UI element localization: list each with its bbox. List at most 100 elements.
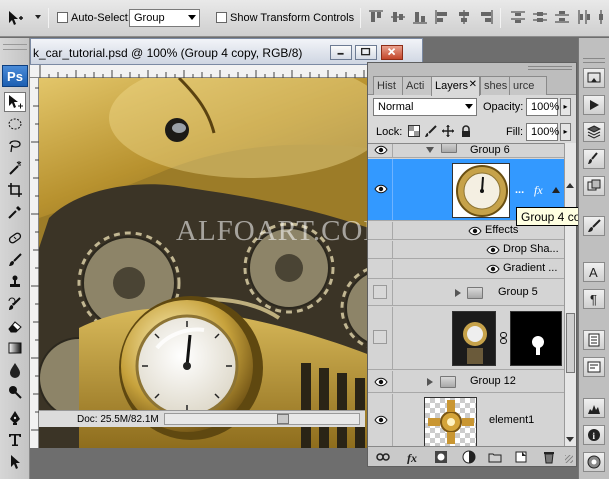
align-left-edges-icon[interactable] bbox=[434, 9, 450, 25]
tab-brushes[interactable]: shes bbox=[480, 76, 510, 95]
eye-icon[interactable] bbox=[468, 226, 482, 236]
navigator-panel-icon[interactable] bbox=[583, 68, 605, 88]
distribute-bottom-icon[interactable] bbox=[554, 9, 570, 25]
histogram-panel-icon[interactable] bbox=[583, 398, 605, 418]
path-selection-tool-icon[interactable] bbox=[4, 452, 26, 472]
layer-thumbnail[interactable] bbox=[452, 311, 496, 366]
layers-scrollbar[interactable] bbox=[564, 143, 576, 446]
actions-panel-icon[interactable] bbox=[583, 95, 605, 115]
lasso-tool-icon[interactable] bbox=[4, 136, 26, 156]
effect-row-gradient-overlay[interactable]: Gradient ... bbox=[368, 260, 564, 279]
add-layer-mask-icon[interactable] bbox=[434, 450, 448, 464]
type-tool-icon[interactable] bbox=[4, 430, 26, 450]
eye-icon[interactable] bbox=[374, 377, 388, 387]
expand-triangle-icon[interactable] bbox=[426, 147, 434, 153]
visibility-toggle[interactable] bbox=[373, 285, 387, 299]
panel-grip[interactable] bbox=[528, 66, 572, 70]
layer-thumbnail[interactable] bbox=[424, 397, 477, 446]
pen-tool-icon[interactable] bbox=[4, 408, 26, 428]
eye-icon[interactable] bbox=[374, 145, 388, 155]
lock-image-pixels-icon[interactable] bbox=[425, 125, 437, 137]
paragraph-panel-icon[interactable]: ¶ bbox=[583, 289, 605, 309]
fill-slider-arrow-icon[interactable]: ▸ bbox=[560, 123, 571, 141]
lock-transparent-pixels-icon[interactable] bbox=[408, 125, 420, 137]
layer-name[interactable]: Group 12 bbox=[470, 375, 516, 387]
chain-link-icon[interactable] bbox=[499, 332, 508, 344]
auto-select-checkbox[interactable] bbox=[57, 12, 68, 23]
panel-grip[interactable] bbox=[583, 58, 605, 63]
collapse-effects-icon[interactable] bbox=[552, 187, 560, 193]
lock-position-icon[interactable] bbox=[442, 125, 454, 137]
history-brush-panel-icon[interactable] bbox=[583, 149, 605, 169]
close-icon[interactable]: ✕ bbox=[469, 79, 477, 90]
layer-row-group-6[interactable]: Group 6 bbox=[368, 144, 564, 158]
tab-layers[interactable]: Layers ✕ bbox=[431, 76, 480, 96]
align-bottom-edges-icon[interactable] bbox=[412, 9, 428, 25]
close-button[interactable] bbox=[381, 45, 403, 60]
photoshop-logo[interactable]: Ps bbox=[2, 65, 28, 87]
marquee-tool-icon[interactable] bbox=[4, 114, 26, 134]
tab-history[interactable]: Hist bbox=[373, 76, 403, 95]
document-title-bar[interactable]: k_car_tutorial.psd @ 100% (Group 4 copy,… bbox=[30, 38, 423, 65]
healing-brush-tool-icon[interactable] bbox=[4, 228, 26, 248]
link-layers-icon[interactable] bbox=[376, 450, 390, 464]
new-layer-icon[interactable] bbox=[514, 450, 528, 464]
adjustment-layer-icon[interactable] bbox=[462, 450, 476, 464]
distribute-top-icon[interactable] bbox=[510, 9, 526, 25]
color-panel-icon[interactable] bbox=[583, 452, 605, 472]
opacity-input[interactable]: 100% bbox=[526, 98, 559, 116]
eye-icon[interactable] bbox=[486, 264, 500, 274]
scroll-thumb[interactable] bbox=[566, 313, 575, 373]
blend-mode-dropdown[interactable]: Normal bbox=[373, 98, 477, 116]
opacity-slider-arrow-icon[interactable]: ▸ bbox=[560, 98, 571, 116]
eye-icon[interactable] bbox=[374, 415, 388, 425]
move-tool-preset-icon[interactable] bbox=[6, 9, 24, 27]
blur-tool-icon[interactable] bbox=[4, 360, 26, 380]
clone-source-panel-icon[interactable] bbox=[583, 176, 605, 196]
align-vertical-centers-icon[interactable] bbox=[390, 9, 406, 25]
minimize-button[interactable] bbox=[330, 45, 352, 60]
notes-panel-icon[interactable] bbox=[583, 330, 605, 350]
align-right-edges-icon[interactable] bbox=[478, 9, 494, 25]
effect-row-drop-shadow[interactable]: Drop Sha... bbox=[368, 241, 564, 259]
properties-panel-icon[interactable] bbox=[583, 357, 605, 377]
fx-icon[interactable]: fx bbox=[406, 450, 420, 465]
eraser-tool-icon[interactable] bbox=[4, 316, 26, 336]
gradient-tool-icon[interactable] bbox=[4, 338, 26, 358]
layer-row-masked-image[interactable] bbox=[368, 307, 564, 370]
align-top-edges-icon[interactable] bbox=[368, 9, 384, 25]
scroll-down-icon[interactable] bbox=[566, 437, 574, 442]
magic-wand-tool-icon[interactable] bbox=[4, 158, 26, 178]
layer-list[interactable]: Group 6 ... fx Effects Drop Sha... Gradi… bbox=[368, 143, 564, 446]
horizontal-scrollbar[interactable] bbox=[164, 413, 360, 425]
auto-select-dropdown[interactable]: Group bbox=[129, 9, 200, 27]
resize-grip-icon[interactable] bbox=[565, 455, 573, 463]
lock-all-icon[interactable] bbox=[460, 125, 472, 137]
tab-actions[interactable]: Acti bbox=[402, 76, 432, 95]
crop-tool-icon[interactable] bbox=[4, 180, 26, 200]
horizontal-ruler[interactable] bbox=[30, 65, 423, 78]
history-brush-tool-icon[interactable] bbox=[4, 294, 26, 314]
layer-thumbnail[interactable] bbox=[452, 163, 510, 218]
visibility-toggle[interactable] bbox=[373, 330, 387, 344]
brushes-panel-icon[interactable] bbox=[583, 216, 605, 236]
eyedropper-tool-icon[interactable] bbox=[4, 202, 26, 222]
move-tool-icon[interactable] bbox=[4, 92, 26, 112]
tool-preset-dropdown-icon[interactable] bbox=[35, 15, 41, 19]
layer-row-group-5[interactable]: Group 5 bbox=[368, 280, 564, 306]
layer-row-element1[interactable]: element1 bbox=[368, 394, 564, 446]
scroll-thumb[interactable] bbox=[277, 414, 289, 424]
vertical-ruler[interactable] bbox=[30, 78, 39, 448]
scroll-up-icon[interactable] bbox=[566, 183, 574, 188]
eye-icon[interactable] bbox=[486, 245, 500, 255]
layer-name[interactable]: element1 bbox=[489, 414, 534, 426]
fill-input[interactable]: 100% bbox=[526, 123, 559, 141]
document-size-status[interactable]: Doc: 25.5M/82.1M bbox=[77, 414, 159, 425]
show-transform-checkbox[interactable] bbox=[216, 12, 227, 23]
distribute-left-icon[interactable] bbox=[576, 9, 592, 25]
brush-tool-icon[interactable] bbox=[4, 250, 26, 270]
tab-clone-source[interactable]: urce bbox=[509, 76, 547, 95]
eye-icon[interactable] bbox=[374, 184, 388, 194]
fx-icon[interactable]: fx bbox=[534, 183, 543, 198]
layer-mask-thumbnail[interactable] bbox=[510, 311, 562, 366]
